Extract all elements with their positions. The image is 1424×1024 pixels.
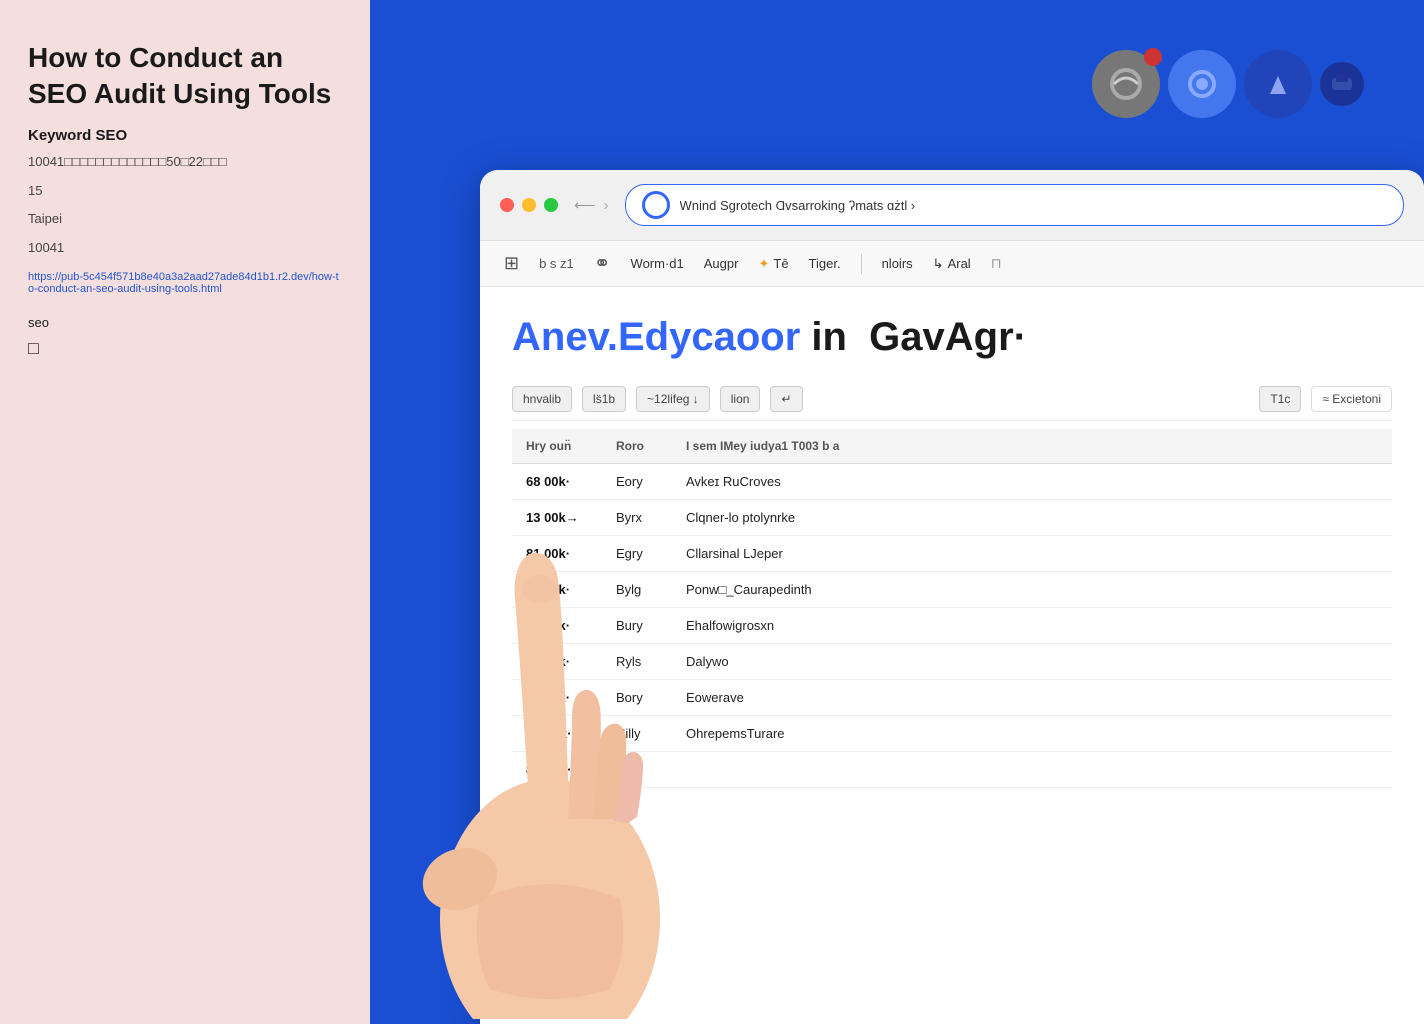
nav-item-aral[interactable]: ↳ Aral	[933, 256, 971, 272]
toolbar-filter-lstb[interactable]: ls̈1b	[582, 386, 626, 412]
browser-nav: ⊞ b s z1 ⚭ Worm·d1 Augpr ✦ Tē Tiger. nlo…	[480, 241, 1424, 287]
sidebar-tag-icon: □	[28, 338, 342, 359]
nav-item-worm[interactable]: Worm·d1	[631, 256, 684, 271]
header-part-4: GavAgr·	[847, 315, 1027, 360]
sidebar-meta-line4: 10041	[28, 238, 342, 259]
nav-icon-link[interactable]: ⚭	[594, 251, 611, 276]
cell-desc-1: Clqner-lo ptolynrke	[672, 500, 1392, 536]
nav-item-bsz[interactable]: b s z1	[539, 256, 574, 271]
toolbar-filter-12lifeg[interactable]: ~12lifeg ↓	[636, 386, 710, 412]
header-part-1: Anev.	[512, 315, 618, 360]
forward-icon[interactable]: ›	[604, 197, 609, 214]
cell-desc-6: Eowerave	[672, 680, 1392, 716]
deco-red-dot	[1144, 48, 1162, 66]
nav-item-augpr[interactable]: Augpr	[704, 256, 739, 271]
toolbar-filter-arrow[interactable]: ↵	[770, 386, 802, 412]
nav-item-nloirs[interactable]: nloirs	[882, 256, 913, 271]
toolbar-excl[interactable]: ≈ Excietoni	[1311, 386, 1392, 412]
header-part-2: Edycaoor	[618, 315, 800, 360]
header-part-3: in	[800, 315, 847, 360]
cell-desc-7: OhrepemsTurare	[672, 716, 1392, 752]
nav-icon-grid[interactable]: ⊞	[504, 253, 519, 274]
deco-icon-4	[1320, 62, 1364, 106]
star-icon: ✦	[758, 256, 769, 272]
toolbar-filter-t1c[interactable]: T1c	[1259, 386, 1301, 412]
sidebar-meta-line1: 10041□□□□□□□□□□□□□50□22□□□	[28, 152, 342, 173]
deco-icons	[1092, 50, 1364, 118]
nav-item-tiger[interactable]: Tiger.	[809, 256, 841, 271]
traffic-lights	[500, 198, 558, 212]
sidebar-url[interactable]: https://pub-5c454f571b8e40a3a2aad27ade84…	[28, 271, 342, 295]
tl-green[interactable]	[544, 198, 558, 212]
arrow-icon: ↳	[933, 256, 944, 272]
cell-desc-5: Dalywo	[672, 644, 1392, 680]
deco-icon-3	[1244, 50, 1312, 118]
toolbar-filter-lion[interactable]: lion	[720, 386, 761, 412]
cell-desc-4: Ehalfowigrosxn	[672, 608, 1392, 644]
address-text: Wnind Sɡrotech Ɑvsarroking ʔmats ɑżtl ›	[680, 198, 916, 213]
tl-red[interactable]	[500, 198, 514, 212]
address-circle-icon	[642, 191, 670, 219]
th-desc[interactable]: I sem IMey iudya1 T003 b a	[672, 429, 1392, 464]
tl-yellow[interactable]	[522, 198, 536, 212]
cell-desc-2: Cllarsinal LJeper	[672, 536, 1392, 572]
hand-overlay	[400, 439, 700, 1024]
page-header: Anev. Edycaoor in GavAgr·	[512, 315, 1392, 360]
table-toolbar: hnvalib ls̈1b ~12lifeg ↓ lion ↵ T1c ≈ Ex…	[512, 378, 1392, 421]
back-icon[interactable]: ⟵	[574, 196, 596, 214]
main-area: ⟵ › Wnind Sɡrotech Ɑvsarroking ʔmats ɑżt…	[370, 0, 1424, 1024]
sidebar-meta-line2: 15	[28, 181, 342, 202]
address-bar[interactable]: Wnind Sɡrotech Ɑvsarroking ʔmats ɑżtl ›	[625, 184, 1404, 226]
browser-topbar: ⟵ › Wnind Sɡrotech Ɑvsarroking ʔmats ɑżt…	[480, 170, 1424, 241]
cell-desc-8	[672, 752, 1392, 788]
nav-expand-icon: ⊓	[991, 255, 1002, 272]
nav-divider	[861, 254, 862, 274]
sidebar-title: How to Conduct an SEO Audit Using Tools	[28, 40, 342, 113]
toolbar-filter-hnvalib[interactable]: hnvalib	[512, 386, 572, 412]
cell-desc-0: Avkeɪ RuCroves	[672, 464, 1392, 500]
sidebar: How to Conduct an SEO Audit Using Tools …	[0, 0, 370, 1024]
cell-desc-3: Ponw□_Caurapedinth	[672, 572, 1392, 608]
nav-item-te[interactable]: ✦ Tē	[758, 256, 788, 272]
deco-icon-2	[1168, 50, 1236, 118]
nav-arrows: ⟵ ›	[574, 196, 609, 214]
sidebar-meta-line3: Taipei	[28, 209, 342, 230]
sidebar-tag: seo	[28, 315, 342, 330]
sidebar-keyword: Keyword SEO	[28, 127, 342, 144]
